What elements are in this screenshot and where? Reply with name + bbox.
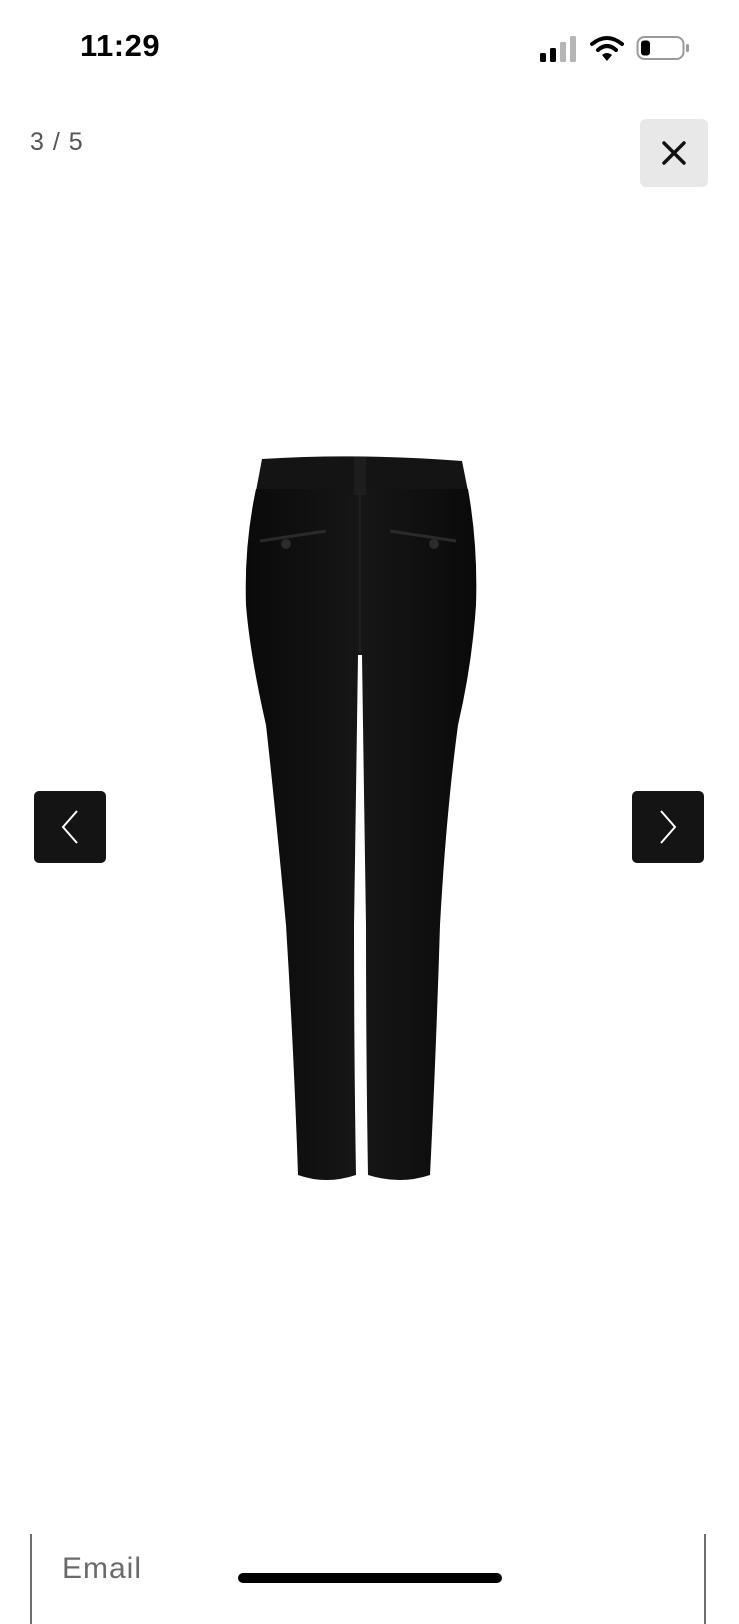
chevron-left-icon xyxy=(61,810,78,844)
wifi-icon xyxy=(590,36,624,61)
home-indicator xyxy=(238,1573,502,1583)
next-image-button[interactable] xyxy=(632,791,704,863)
cellular-signal-icon xyxy=(540,36,576,62)
status-bar: 11:29 xyxy=(0,0,739,96)
close-icon xyxy=(662,141,686,165)
gallery-counter: 3 / 5 xyxy=(30,128,84,156)
chevron-right-icon xyxy=(660,810,677,844)
email-placeholder: Email xyxy=(62,1552,143,1585)
close-button[interactable] xyxy=(640,119,708,187)
product-image xyxy=(245,456,477,1180)
status-time: 11:29 xyxy=(80,28,161,63)
battery-icon xyxy=(636,36,689,60)
previous-image-button[interactable] xyxy=(34,791,106,863)
